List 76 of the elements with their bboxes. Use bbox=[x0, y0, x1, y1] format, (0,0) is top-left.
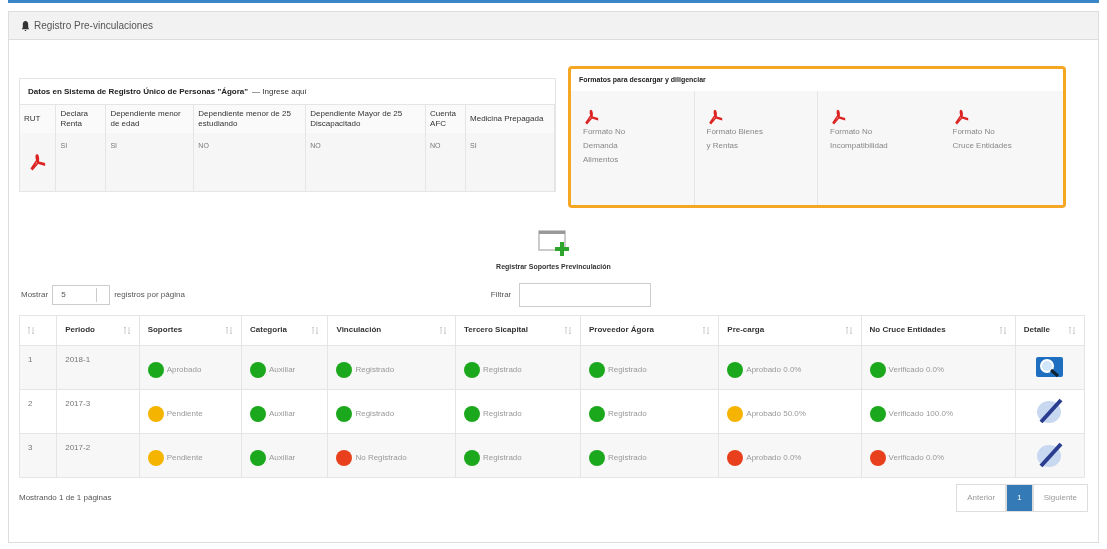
status-text: Registrado bbox=[483, 364, 522, 376]
pen-icon[interactable] bbox=[1034, 396, 1065, 426]
status-text: Registrado bbox=[608, 408, 647, 420]
status-text: Aprobado 0.0% bbox=[746, 452, 802, 464]
format-link[interactable]: Formato No Cruce Entidades bbox=[952, 109, 1051, 153]
status-text: Aprobado 0.0% bbox=[746, 364, 802, 376]
sort-icon[interactable] bbox=[703, 325, 711, 335]
column-header[interactable]: Categoria bbox=[250, 324, 287, 336]
status-text: Verificado 100.0% bbox=[888, 408, 954, 420]
column-header: Dependiente Mayor de 25 Discapacitado bbox=[310, 109, 403, 128]
filter-label: Filtrar bbox=[490, 288, 512, 301]
sort-icon[interactable] bbox=[565, 325, 573, 335]
status-text: Registrado bbox=[608, 364, 647, 376]
status-text: Aprobado 50.0% bbox=[746, 408, 806, 420]
status-text: Registrado bbox=[483, 408, 522, 420]
sort-icon[interactable] bbox=[312, 325, 320, 335]
column-header[interactable]: Periodo bbox=[65, 324, 95, 336]
status-text: Auxiliar bbox=[269, 408, 296, 420]
column-header: Medicina Prepagada bbox=[470, 114, 544, 123]
add-window-icon[interactable] bbox=[537, 230, 570, 258]
table-cell: 2017-3 bbox=[65, 398, 91, 408]
column-header[interactable]: Vinculación bbox=[336, 324, 382, 336]
format-link[interactable]: Formato No Demanda Alimentos bbox=[583, 109, 682, 167]
column-header[interactable]: Proveedor Ágora bbox=[589, 324, 654, 336]
column-header: Dependiente menor de 25 estudiando bbox=[198, 109, 291, 128]
sort-icon[interactable] bbox=[28, 325, 35, 335]
pdf-icon[interactable] bbox=[706, 109, 723, 125]
card-title: Datos en Sistema de Registro Único de Personas "Ágora" bbox=[28, 85, 249, 98]
status-text: Registrado bbox=[483, 452, 522, 464]
format-link[interactable]: Formato No Incompatibilidad bbox=[830, 109, 929, 153]
pdf-icon[interactable] bbox=[830, 109, 846, 125]
status-text: No Registrado bbox=[355, 452, 407, 464]
bell-icon bbox=[21, 20, 30, 31]
column-header: Cuenta AFC bbox=[430, 109, 456, 128]
info-text: Mostrando 1 de 1 páginas bbox=[19, 491, 112, 504]
pdf-icon[interactable] bbox=[952, 109, 969, 125]
sort-icon[interactable] bbox=[1069, 325, 1076, 335]
table-cell: 2 bbox=[28, 398, 33, 408]
pdf-icon[interactable] bbox=[583, 109, 599, 125]
status-text: Verificado 0.0% bbox=[888, 452, 945, 464]
format-link[interactable]: Formato Bienes y Rentas bbox=[706, 109, 805, 153]
sort-icon[interactable] bbox=[999, 325, 1007, 335]
filter-field[interactable] bbox=[519, 282, 652, 307]
status-text: Auxiliar bbox=[269, 452, 296, 464]
column-header: RUT bbox=[24, 114, 41, 123]
table-cell: 1 bbox=[28, 354, 33, 364]
status-text: Pendiente bbox=[166, 452, 203, 464]
status-text: Registrado bbox=[608, 452, 647, 464]
table-cell: 2018-1 bbox=[65, 354, 91, 364]
sort-icon[interactable] bbox=[226, 325, 233, 335]
table-cell: 2017-2 bbox=[65, 442, 91, 452]
column-header[interactable]: No Cruce Entidades bbox=[869, 324, 946, 336]
status-text: Pendiente bbox=[166, 408, 203, 420]
table-cell: 3 bbox=[28, 442, 33, 452]
column-header[interactable]: Detalle bbox=[1023, 324, 1050, 336]
pdf-icon[interactable] bbox=[28, 153, 46, 171]
sort-icon[interactable] bbox=[440, 325, 448, 335]
pen-icon[interactable] bbox=[1034, 440, 1065, 470]
link[interactable]: — Ingrese aquí bbox=[252, 85, 307, 98]
panel-title: Registro Pre-vinculaciones bbox=[34, 19, 153, 33]
sort-icon[interactable] bbox=[123, 325, 131, 335]
column-header: Dependiente menor de edad bbox=[110, 109, 181, 128]
status-text: Verificado 0.0% bbox=[888, 364, 945, 376]
magnifier-icon[interactable] bbox=[1034, 354, 1065, 380]
column-header[interactable]: Pre-carga bbox=[727, 324, 765, 336]
sort-icon[interactable] bbox=[845, 325, 853, 335]
length-select[interactable]: 5 bbox=[52, 284, 111, 305]
status-text: Registrado bbox=[355, 408, 395, 420]
status-text: Aprobado bbox=[166, 364, 202, 376]
status-text: Registrado bbox=[355, 364, 395, 376]
length-label: Mostrar bbox=[21, 288, 49, 301]
status-text: Auxiliar bbox=[269, 364, 296, 376]
column-header: Declara Renta bbox=[60, 109, 89, 128]
column-header[interactable]: Soportes bbox=[147, 324, 183, 336]
page-button[interactable]: 1 bbox=[1006, 483, 1033, 512]
length-label: registros por página bbox=[114, 288, 185, 301]
